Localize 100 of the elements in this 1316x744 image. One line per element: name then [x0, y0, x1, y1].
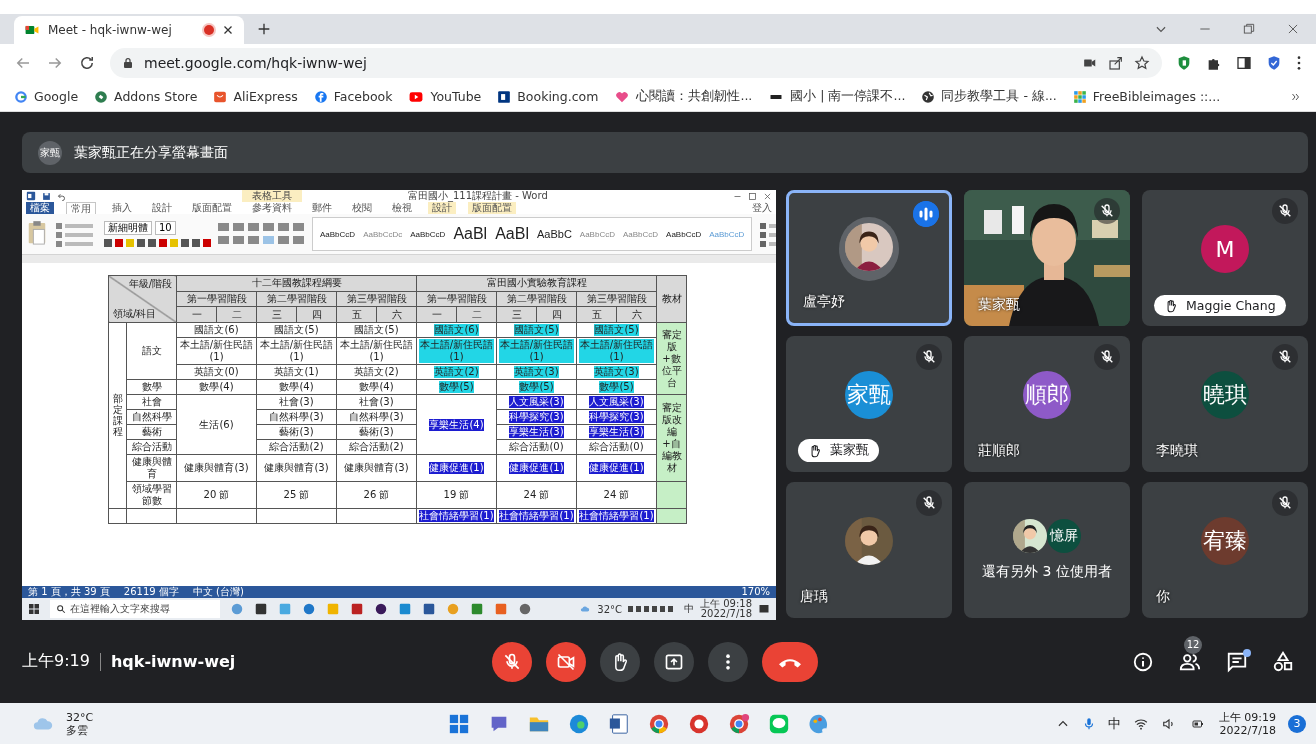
ribbon-tab[interactable]: 插入: [108, 202, 136, 214]
participant-tile[interactable]: 盧亭妤: [786, 190, 952, 326]
square-icon[interactable]: [497, 89, 512, 104]
table-cell: 綜合活動(0): [496, 439, 577, 455]
ribbon-tab[interactable]: 參考資料: [248, 202, 296, 214]
app-icon[interactable]: [254, 602, 268, 616]
bookmark[interactable]: Booking.com: [497, 89, 599, 104]
bag-icon[interactable]: [213, 89, 228, 104]
round-icon[interactable]: [313, 89, 328, 104]
windows-start-icon[interactable]: [28, 603, 40, 615]
new-tab-icon[interactable]: [256, 21, 272, 37]
heart-icon[interactable]: [614, 89, 631, 104]
table-cell: 24 節: [496, 481, 577, 509]
browser-icon[interactable]: [648, 712, 670, 735]
font-size-field[interactable]: 10: [155, 220, 176, 235]
banner-text: 葉家甄正在分享螢幕畫面: [74, 143, 228, 162]
shapes-icon[interactable]: [1272, 650, 1294, 673]
more-options-button[interactable]: [708, 641, 748, 682]
bookmark[interactable]: AliExpress: [213, 89, 298, 104]
present-button[interactable]: [654, 641, 694, 682]
participant-tile[interactable]: 曉琪 李曉琪: [1142, 336, 1308, 472]
participant-tile[interactable]: 憶屏 還有另外 3 位使用者: [964, 482, 1130, 618]
info-icon[interactable]: [1132, 650, 1154, 673]
star-icon[interactable]: [1134, 55, 1150, 71]
restore-icon[interactable]: [1242, 22, 1256, 36]
address-bar[interactable]: meet.google.com/hqk-iwnw-wej: [110, 48, 1162, 78]
ribbon-tab[interactable]: 常用: [66, 201, 96, 215]
ribbon-tab[interactable]: 檔案: [26, 202, 54, 214]
ribbon-tab[interactable]: 檢視: [388, 202, 416, 214]
undo-icon[interactable]: [57, 191, 66, 201]
camera-button[interactable]: [546, 641, 586, 682]
styles-gallery[interactable]: AaBbCcD AaBbCcDc AaBbCcD AaBl AaBl AaBbC AaBbCcD AaBbCcD AaBbCcD AaBbCcD: [312, 217, 753, 251]
paint-icon[interactable]: [808, 712, 830, 735]
windows-start-icon[interactable]: [448, 712, 470, 735]
participant-tile[interactable]: 宥臻 你: [1142, 482, 1308, 618]
browser-icon[interactable]: [568, 712, 590, 735]
app-icon[interactable]: [350, 602, 364, 616]
table-header: 十二年國教課程綱要: [176, 275, 417, 292]
end-call-button[interactable]: [762, 641, 818, 682]
globe-icon[interactable]: [921, 89, 936, 104]
input-method-indicator[interactable]: 中: [684, 602, 694, 616]
hand-icon: [1164, 298, 1178, 313]
search-field[interactable]: 在這裡輸入文字來搜尋: [50, 600, 220, 618]
bookmark[interactable]: Addons Store: [94, 89, 198, 104]
ribbon-tab[interactable]: 版面配置: [468, 202, 516, 214]
table-cell: 健康與體育: [126, 454, 177, 482]
highlighted-text: 英語文(3): [514, 366, 559, 378]
word-app-icon[interactable]: [26, 191, 36, 201]
participant-tile[interactable]: 家甄 葉家甄: [786, 336, 952, 472]
lock-icon: [122, 56, 134, 70]
close-icon[interactable]: [222, 24, 234, 36]
zoom-level[interactable]: 170%: [741, 586, 770, 598]
word-app-icon[interactable]: [422, 602, 436, 616]
grid-icon[interactable]: [1072, 89, 1087, 104]
ribbon-tab[interactable]: 設計: [428, 202, 456, 214]
table-cell: 25 節: [256, 481, 337, 509]
table-cell: 本土語/新住民語(1): [256, 337, 337, 365]
sidebar-icon[interactable]: [1236, 55, 1252, 71]
chat-icon[interactable]: [1226, 650, 1248, 673]
ring-icon[interactable]: [14, 89, 28, 104]
ribbon-tab[interactable]: 郵件: [308, 202, 336, 214]
raise-hand-button[interactable]: [600, 641, 640, 682]
menu-icon[interactable]: [1296, 55, 1302, 71]
mic-off-glyph: [921, 349, 937, 365]
mic-off-glyph: [1277, 203, 1293, 219]
participant-tile[interactable]: M Maggie Chang: [1142, 190, 1308, 326]
shield-check-icon[interactable]: [1266, 55, 1282, 71]
highlighted-text: 社會情緒學習(1): [499, 510, 574, 522]
bookmark[interactable]: YouTube: [408, 89, 482, 104]
play-icon[interactable]: [408, 89, 425, 104]
bookmark[interactable]: 心閱讀：共創韌性...: [614, 88, 753, 105]
input-method-indicator[interactable]: 中: [1107, 714, 1121, 733]
document-icon[interactable]: [608, 712, 630, 735]
maximize-icon[interactable]: [748, 191, 757, 201]
table-cell: 領域學習節數: [126, 481, 177, 509]
bookmark[interactable]: Facebook: [313, 89, 393, 104]
bookmark[interactable]: 國小 | 南一停課不...: [768, 88, 906, 105]
meeting-code: hqk-iwnw-wej: [110, 652, 236, 671]
participant-name: 莊順郎: [978, 442, 1020, 460]
clock-time: 上午 09:18: [700, 599, 752, 609]
share-icon[interactable]: [1108, 55, 1124, 71]
save-icon[interactable]: [42, 191, 51, 201]
bookmark[interactable]: Google: [14, 89, 79, 104]
browser-tab[interactable]: Meet - hqk-iwnw-wej: [14, 16, 244, 44]
wifi-icon[interactable]: [1132, 716, 1149, 731]
notification-count[interactable]: 3: [1288, 714, 1306, 733]
shield-icon[interactable]: [1176, 55, 1192, 71]
browser-icon[interactable]: [728, 712, 750, 735]
participant-tile[interactable]: 唐瑀: [786, 482, 952, 618]
bookmark[interactable]: 同步教學工具 - 線...: [921, 88, 1057, 105]
font-name-field[interactable]: 新細明體: [104, 220, 152, 235]
bookmark[interactable]: FreeBibleimages ::...: [1072, 89, 1221, 104]
ribbon-tab[interactable]: 版面配置: [188, 202, 236, 214]
participant-tile[interactable]: 順郎 莊順郎: [964, 336, 1130, 472]
microphone-button[interactable]: [492, 641, 532, 682]
sign-in-link[interactable]: 登入: [752, 202, 772, 214]
reload-icon[interactable]: [78, 54, 96, 72]
ribbon-tab[interactable]: 校閱: [348, 202, 376, 214]
ribbon-tab[interactable]: 設計: [148, 202, 176, 214]
app-icon[interactable]: [374, 602, 388, 616]
